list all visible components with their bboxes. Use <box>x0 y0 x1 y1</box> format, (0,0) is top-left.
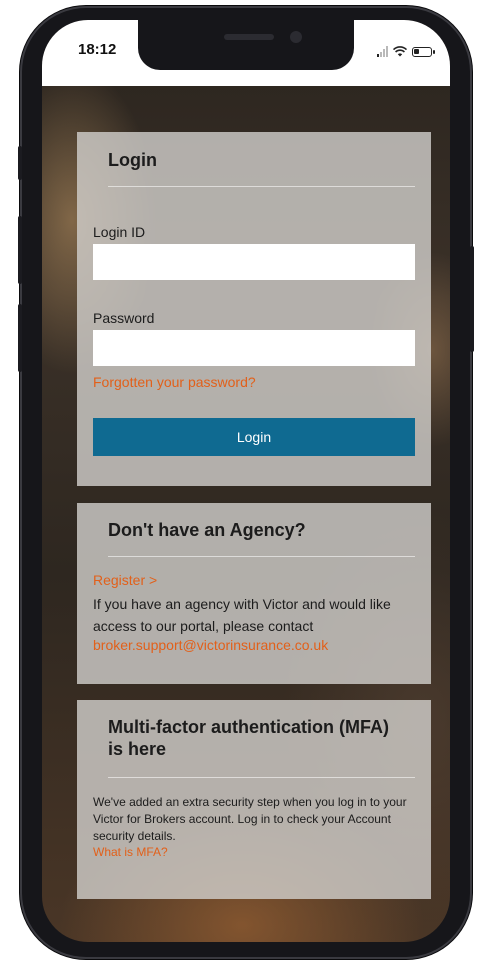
what-is-mfa-link[interactable]: What is MFA? <box>93 845 168 859</box>
password-input[interactable] <box>93 330 415 366</box>
password-label: Password <box>93 310 155 326</box>
silent-switch <box>18 146 22 180</box>
login-divider <box>108 186 415 187</box>
support-email-link[interactable]: broker.support@victorinsurance.co.uk <box>93 637 328 653</box>
front-camera <box>290 31 302 43</box>
mfa-title: Multi-factor authentication (MFA) is her… <box>108 717 389 759</box>
status-icons <box>377 46 435 57</box>
forgot-password-link[interactable]: Forgotten your password? <box>93 374 256 390</box>
mfa-description: We've added an extra security step when … <box>93 795 407 843</box>
volume-up-button <box>18 216 22 284</box>
login-id-input[interactable] <box>93 244 415 280</box>
speaker-grille <box>224 34 274 40</box>
login-title: Login <box>108 150 157 170</box>
wifi-icon <box>393 46 407 57</box>
status-time: 18:12 <box>78 41 117 58</box>
agency-divider <box>108 556 415 557</box>
battery-icon <box>412 47 435 57</box>
signal-icon <box>377 46 388 57</box>
mfa-divider <box>108 777 415 778</box>
agency-description: If you have an agency with Victor and wo… <box>93 596 391 634</box>
mfa-card: Multi-factor authentication (MFA) is her… <box>77 700 431 899</box>
login-id-label: Login ID <box>93 224 146 240</box>
login-button[interactable]: Login <box>93 418 415 456</box>
register-link[interactable]: Register > <box>93 572 157 588</box>
power-button <box>470 246 474 352</box>
agency-title: Don't have an Agency? <box>108 520 306 540</box>
phone-screen: 18:12 Login Login ID Password Forgotten … <box>42 20 450 942</box>
notch <box>138 20 354 70</box>
volume-down-button <box>18 304 22 372</box>
agency-card: Don't have an Agency? Register > If you … <box>77 503 431 684</box>
login-card: Login Login ID Password Forgotten your p… <box>77 132 431 486</box>
